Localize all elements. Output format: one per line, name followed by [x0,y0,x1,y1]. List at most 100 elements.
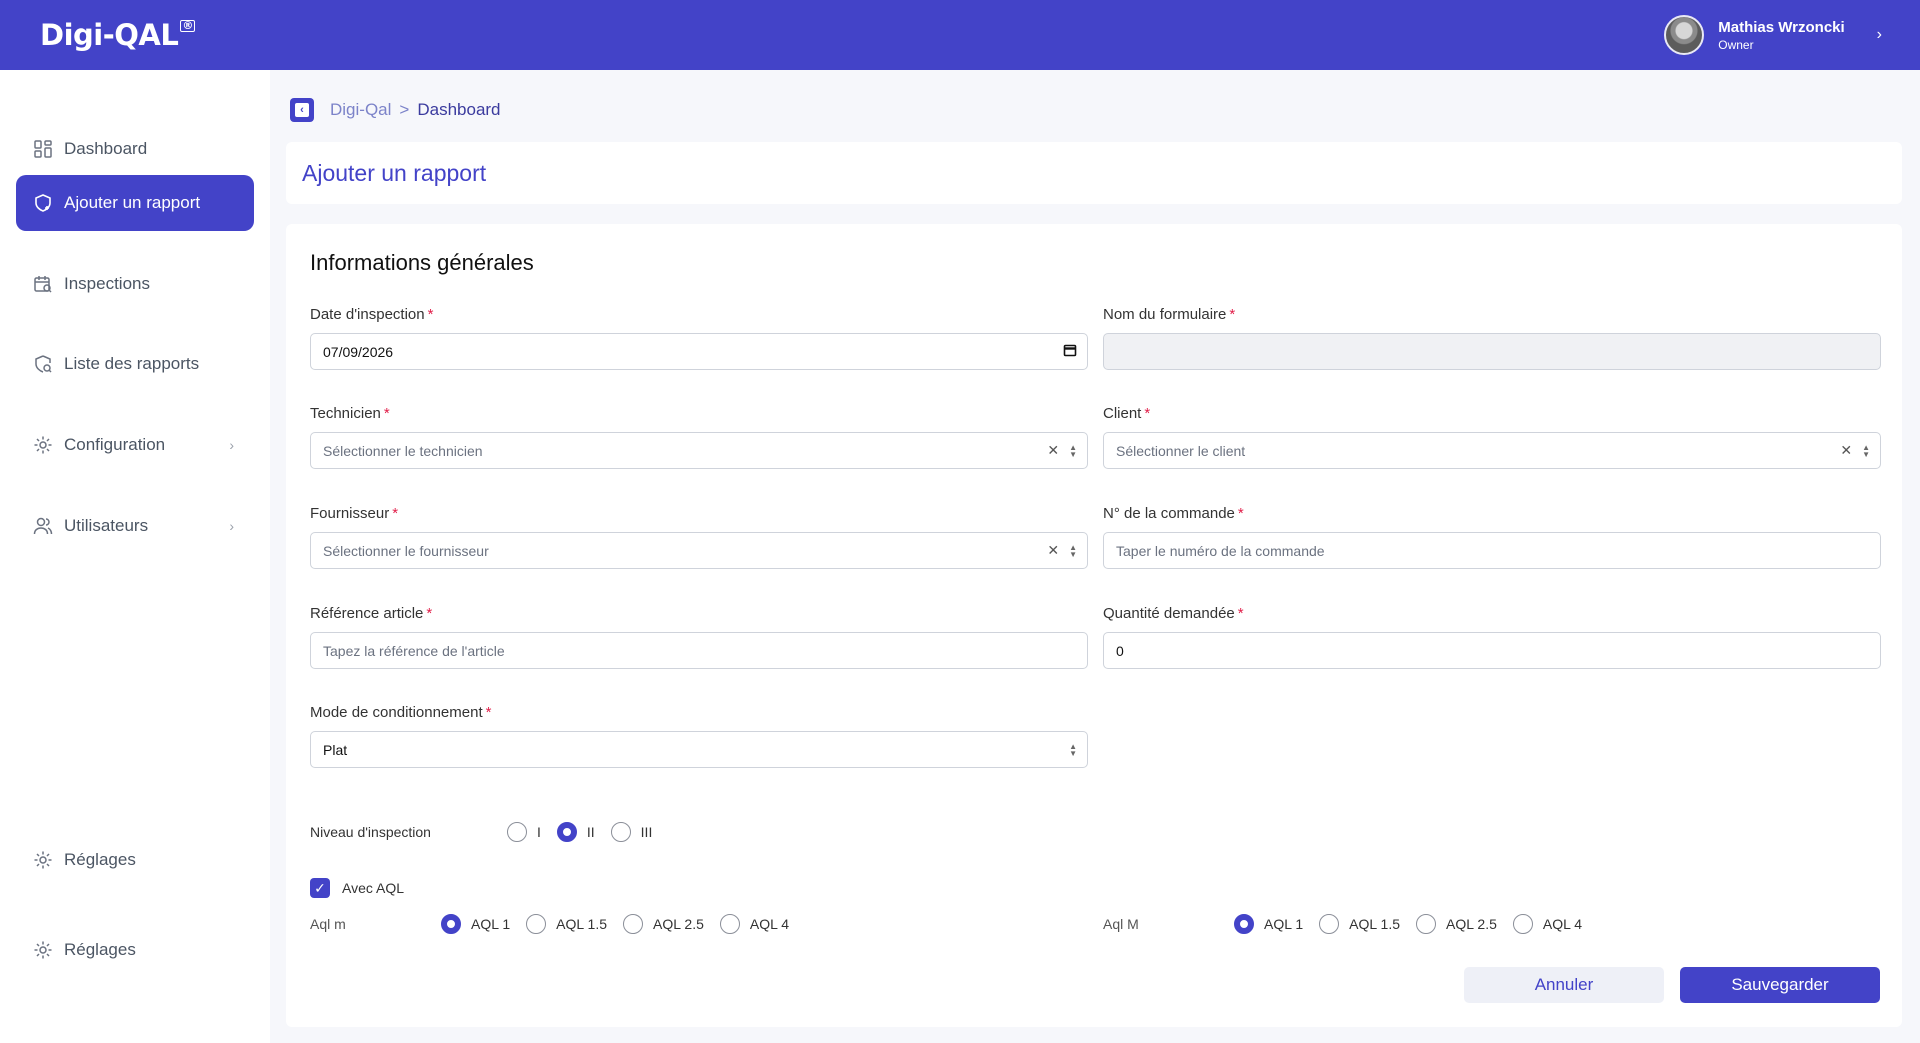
date-input[interactable]: 07/09/2026 [310,333,1088,370]
packaging-value: Plat [323,741,348,758]
radio-aql-major-2-5[interactable] [1416,914,1437,934]
order-number-label: N° de la commande * [1103,505,1244,522]
gear-icon [32,434,54,456]
inspection-level-group: Niveau d'inspection I II III [310,822,668,842]
sidebar-item-report-list[interactable]: Liste des rapports [16,336,254,392]
sidebar-item-label: Liste des rapports [64,354,200,373]
form-name-label: Nom du formulaire * [1103,306,1236,323]
quantity-value: 0 [1116,642,1124,659]
technician-field: Technicien * Sélectionner le technicien ✕… [310,405,1088,469]
form-card: Informations générales Date d'inspection… [286,224,1902,1027]
sidebar-item-label: Réglages [64,940,136,959]
quantity-label: Quantité demandée * [1103,605,1244,622]
order-number-input[interactable]: Taper le numéro de la commande [1103,532,1881,569]
chevron-left-icon: ‹ [295,103,309,117]
aql-major-label: Aql M [1103,916,1139,932]
clear-icon[interactable]: ✕ [1840,442,1852,459]
sidebar-item-settings-2[interactable]: Réglages [16,922,254,978]
collapse-sidebar-button[interactable]: ‹ [290,98,314,122]
sidebar-item-label: Inspections [64,274,150,293]
sidebar: Dashboard Ajouter un rapport Inspections… [0,70,270,1043]
gear-icon [32,939,54,961]
order-number-field: N° de la commande * Taper le numéro de la… [1103,505,1881,569]
supplier-placeholder: Sélectionner le fournisseur [323,542,489,559]
sidebar-item-add-report[interactable]: Ajouter un rapport [16,175,254,231]
client-select[interactable]: Sélectionner le client ✕ ▲ ▼ [1103,432,1881,469]
form-name-input [1103,333,1881,370]
radio-aql-minor-2-5[interactable] [623,914,644,934]
article-ref-input[interactable]: Tapez la référence de l'article [310,632,1088,669]
radio-label: AQL 4 [1542,916,1583,932]
calendar-icon[interactable] [1063,343,1077,360]
with-aql-checkbox[interactable]: ✓ [310,878,330,898]
radio-level-i[interactable] [507,822,527,842]
radio-label: AQL 4 [749,916,790,932]
radio-aql-major-1[interactable] [1234,914,1254,934]
gear-icon [32,849,54,871]
supplier-select[interactable]: Sélectionner le fournisseur ✕ ▲ ▼ [310,532,1088,569]
packaging-select[interactable]: Plat ▲ ▼ [310,731,1088,768]
sidebar-item-label: Dashboard [64,139,148,158]
sidebar-item-label: Ajouter un rapport [64,193,201,212]
radio-aql-major-4[interactable] [1512,914,1533,934]
sidebar-item-label: Configuration [64,435,166,454]
logo-text: Digi-QAL [40,18,179,52]
radio-label: I [537,824,541,840]
clear-icon[interactable]: ✕ [1047,442,1059,459]
client-placeholder: Sélectionner le client [1116,442,1246,459]
user-role: Owner [1718,37,1754,52]
select-arrows-icon: ▲ ▼ [1069,741,1077,758]
select-arrows-icon: ▲ ▼ [1069,542,1077,559]
inspection-level-label: Niveau d'inspection [310,824,431,840]
with-aql-label: Avec AQL [342,880,405,896]
save-button[interactable]: Sauvegarder [1680,967,1880,1003]
chevron-right-icon: › [229,518,234,534]
quantity-input[interactable]: 0 [1103,632,1881,669]
sidebar-item-dashboard[interactable]: Dashboard [16,121,254,177]
sidebar-item-inspections[interactable]: Inspections [16,256,254,312]
technician-label: Technicien * [310,405,390,422]
sidebar-item-settings[interactable]: Réglages [16,832,254,888]
radio-label: AQL 2.5 [1446,916,1497,932]
clear-icon[interactable]: ✕ [1047,542,1059,559]
radio-label: AQL 1.5 [556,916,608,932]
page-title-card: Ajouter un rapport [286,142,1902,204]
avatar [1664,15,1705,55]
select-arrows-icon: ▲ ▼ [1862,442,1870,459]
breadcrumb-current: Dashboard [417,100,501,119]
article-ref-label: Référence article * [310,605,433,622]
radio-label: AQL 1 [471,916,511,932]
client-field: Client * Sélectionner le client ✕ ▲ ▼ [1103,405,1881,469]
radio-aql-minor-1-5[interactable] [526,914,547,934]
aql-major-group: Aql M AQL 1 AQL 1.5 AQL 2.5 AQL 4 [1103,914,1598,934]
technician-placeholder: Sélectionner le technicien [323,442,483,459]
breadcrumb-root[interactable]: Digi-Qal [330,100,391,120]
radio-level-iii[interactable] [610,822,631,842]
radio-aql-minor-4[interactable] [719,914,740,934]
chevron-right-icon[interactable]: › [1877,26,1882,44]
sidebar-item-users[interactable]: Utilisateurs › [16,498,254,554]
technician-select[interactable]: Sélectionner le technicien ✕ ▲ ▼ [310,432,1088,469]
radio-label: AQL 1 [1264,916,1304,932]
cancel-button[interactable]: Annuler [1464,967,1664,1003]
sidebar-item-configuration[interactable]: Configuration › [16,417,254,473]
radio-aql-minor-1[interactable] [441,914,461,934]
sidebar-item-label: Réglages [64,850,136,869]
radio-label: II [586,824,595,840]
grid-icon [32,138,54,160]
radio-aql-major-1-5[interactable] [1319,914,1340,934]
aql-minor-group: Aql m AQL 1 AQL 1.5 AQL 2.5 AQL 4 [310,914,805,934]
section-title: Informations générales [310,250,534,275]
radio-level-ii[interactable] [556,822,577,842]
radio-label: AQL 1.5 [1349,916,1401,932]
page-title: Ajouter un rapport [302,159,487,186]
date-field: Date d'inspection * 07/09/2026 [310,306,1088,370]
radio-label: III [640,824,653,840]
app-logo[interactable]: Digi-QAL ® [40,18,195,52]
article-ref-placeholder: Tapez la référence de l'article [323,642,505,659]
quantity-field: Quantité demandée * 0 [1103,605,1881,669]
with-aql-checkbox-row: ✓ Avec AQL [310,878,404,898]
shield-plus-icon [32,192,54,214]
client-label: Client * [1103,405,1151,422]
user-menu[interactable]: Mathias Wrzoncki Owner › [1664,15,1882,55]
